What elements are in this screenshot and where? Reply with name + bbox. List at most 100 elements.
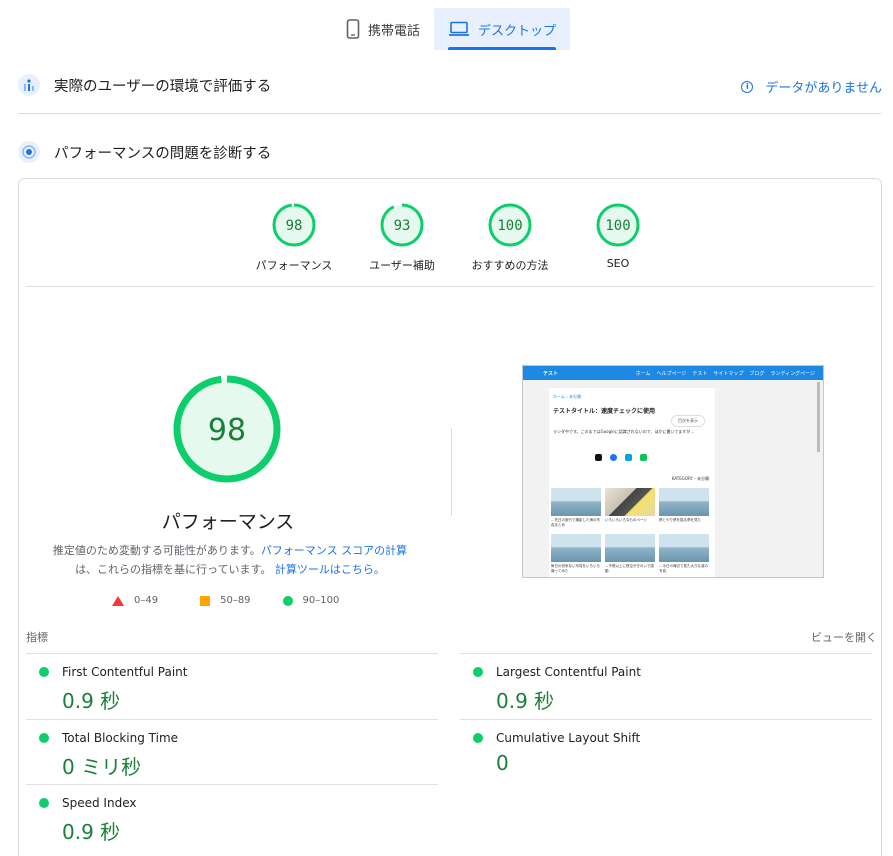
field-data-title: 実際のユーザーの環境で評価する — [54, 78, 272, 95]
tab-mobile-label: 携帯電話 — [368, 23, 421, 39]
triangle-icon — [112, 595, 124, 606]
thumb-toc-button: 目次を表示 — [671, 415, 705, 427]
info-icon: i — [741, 80, 754, 93]
thumb-article-grid: …先日の旅行で撮影した海の写真まとめ いろいろいろなものページ 夢とやり夢を描る… — [551, 488, 709, 576]
gauge-best-practices[interactable]: 100 おすすめの方法 — [456, 202, 564, 273]
good-status-icon — [39, 667, 49, 677]
thumb-nav-item: サイトマップ — [713, 370, 744, 377]
square-icon — [200, 595, 211, 606]
legend-good-label: 90–100 — [302, 595, 340, 606]
gauge-performance[interactable]: 98 パフォーマンス — [240, 202, 348, 273]
thumb-breadcrumb: ホーム › 未分類 — [553, 394, 582, 399]
good-status-icon — [473, 733, 483, 743]
thumb-nav-item: ヘルプページ — [656, 370, 687, 377]
card-divider — [26, 286, 874, 287]
line-icon — [640, 454, 647, 461]
good-status-icon — [473, 667, 483, 677]
score-gauge: 100 — [488, 203, 532, 247]
thumb-image — [605, 534, 655, 562]
thumb-caption: 毎日の何気ない写真をいろいろ撮ってみた — [551, 564, 600, 573]
thumb-header: テスト ホーム ヘルプページ テスト サイトマップ ブログ ランディングページ — [523, 366, 823, 380]
metric-name: First Contentful Paint — [62, 665, 188, 679]
calculator-link[interactable]: 計算ツールはこちら。 — [275, 563, 385, 576]
thumb-caption: …予想以上に夜空がきれいで感動 — [605, 564, 654, 573]
expand-view-toggle[interactable]: ビューを開く — [811, 629, 877, 645]
metric-value: 0.9 秒 — [62, 820, 121, 844]
performance-gauge-large: 98 — [173, 375, 281, 483]
users-chart-icon — [18, 74, 40, 96]
good-status-icon — [39, 798, 49, 808]
metric-name: Largest Contentful Paint — [496, 665, 641, 679]
thumb-nav-item: ブログ — [749, 370, 765, 377]
metric-name: Total Blocking Time — [62, 731, 179, 745]
tab-desktop[interactable]: デスクトップ — [434, 8, 571, 50]
metric-name: Cumulative Layout Shift — [496, 731, 641, 745]
gauge-label: パフォーマンス — [255, 259, 333, 272]
lab-data-header: パフォーマンスの問題を診断する — [18, 141, 881, 163]
no-data-label: データがありません — [765, 81, 882, 96]
tab-mobile[interactable]: 携帯電話 — [332, 8, 434, 50]
facebook-icon — [610, 454, 617, 461]
performance-score: 98 — [208, 413, 246, 448]
thumb-category: KATEGORY・未分類 — [671, 476, 709, 481]
thumb-card: …予想以上に夜空がきれいで感動 — [605, 534, 655, 576]
thumb-post: ホーム › 未分類 テストタイトル：速度チェックに使用 目次を表示 ランダ中です… — [549, 388, 715, 577]
tab-desktop-label: デスクトップ — [478, 23, 557, 39]
score-value: 100 — [605, 218, 630, 234]
legend-average-label: 50–89 — [220, 595, 251, 606]
score-gauge: 93 — [380, 203, 424, 247]
thumb-image — [659, 488, 709, 516]
score-gauge: 98 — [272, 203, 316, 247]
thumb-card: 毎日の何気ない写真をいろいろ撮ってみた — [551, 534, 601, 576]
metric-cls: Cumulative Layout Shift 0 — [460, 719, 872, 785]
vertical-separator — [451, 428, 452, 516]
metric-lcp: Largest Contentful Paint 0.9 秒 — [460, 653, 872, 719]
laptop-icon — [448, 21, 470, 37]
gauge-seo[interactable]: 100 SEO — [564, 202, 672, 273]
hatena-icon — [625, 454, 632, 461]
page-screenshot[interactable]: テスト ホーム ヘルプページ テスト サイトマップ ブログ ランディングページ … — [522, 365, 824, 578]
desc-text-1: 推定値のため変動する可能性があります。 — [52, 544, 261, 557]
thumb-image — [605, 488, 655, 516]
metric-value: 0 — [496, 751, 509, 775]
metrics-header: 指標 ビューを開く — [26, 629, 877, 645]
circle-icon — [282, 595, 293, 606]
legend-average: 50–89 — [200, 595, 251, 606]
metric-name: Speed Index — [62, 796, 137, 810]
thumb-body: ランダ中です。このまではGoogleに認識されないので、ほかに書いてますが… — [553, 429, 695, 434]
thumb-site-name: テスト — [543, 370, 559, 377]
lab-data-title: パフォーマンスの問題を診断する — [54, 145, 272, 162]
thumb-nav: ホーム ヘルプページ テスト サイトマップ ブログ ランディングページ — [636, 370, 815, 377]
thumb-card: 夢とやり夢を描る夢を見た — [659, 488, 709, 530]
metrics-title: 指標 — [26, 631, 48, 644]
legend-good: 90–100 — [282, 595, 340, 606]
score-value: 93 — [394, 218, 411, 234]
good-status-icon — [39, 733, 49, 743]
no-data-link[interactable]: i データがありません — [741, 77, 882, 96]
thumb-caption: …先日の旅行で撮影した海の写真まとめ — [551, 518, 600, 527]
metric-value: 0 ミリ秒 — [62, 755, 142, 779]
gauge-accessibility[interactable]: 93 ユーザー補助 — [348, 202, 456, 273]
metric-speed-index: Speed Index 0.9 秒 — [26, 784, 438, 850]
metric-value: 0.9 秒 — [62, 689, 121, 713]
thumb-nav-item: ホーム — [635, 370, 651, 377]
thumb-card: いろいろいろなものページ — [605, 488, 655, 530]
phone-icon — [346, 19, 360, 39]
score-value: 98 — [286, 218, 303, 234]
thumb-caption: …今日の海辺で見た大きな波の写真 — [659, 564, 708, 573]
thumb-image — [551, 488, 601, 516]
score-gauge: 100 — [596, 203, 640, 247]
score-gauges: 98 パフォーマンス 93 ユーザー補助 100 おすすめの方法 100 SEO — [240, 202, 672, 273]
thumb-scrollbar — [817, 382, 820, 452]
legend-poor-label: 0–49 — [134, 595, 159, 606]
thumb-image — [551, 534, 601, 562]
score-calculation-link[interactable]: パフォーマンス スコアの計算 — [261, 544, 407, 557]
thumb-caption: いろいろいろなものページ — [605, 518, 647, 522]
x-icon — [595, 454, 602, 461]
gauge-label: SEO — [606, 257, 630, 270]
thumb-nav-item: ランディングページ — [770, 370, 815, 377]
metric-fcp: First Contentful Paint 0.9 秒 — [26, 653, 438, 719]
metric-tbt: Total Blocking Time 0 ミリ秒 — [26, 719, 438, 785]
thumb-nav-item: テスト — [692, 370, 708, 377]
thumb-share-icons — [595, 454, 647, 461]
